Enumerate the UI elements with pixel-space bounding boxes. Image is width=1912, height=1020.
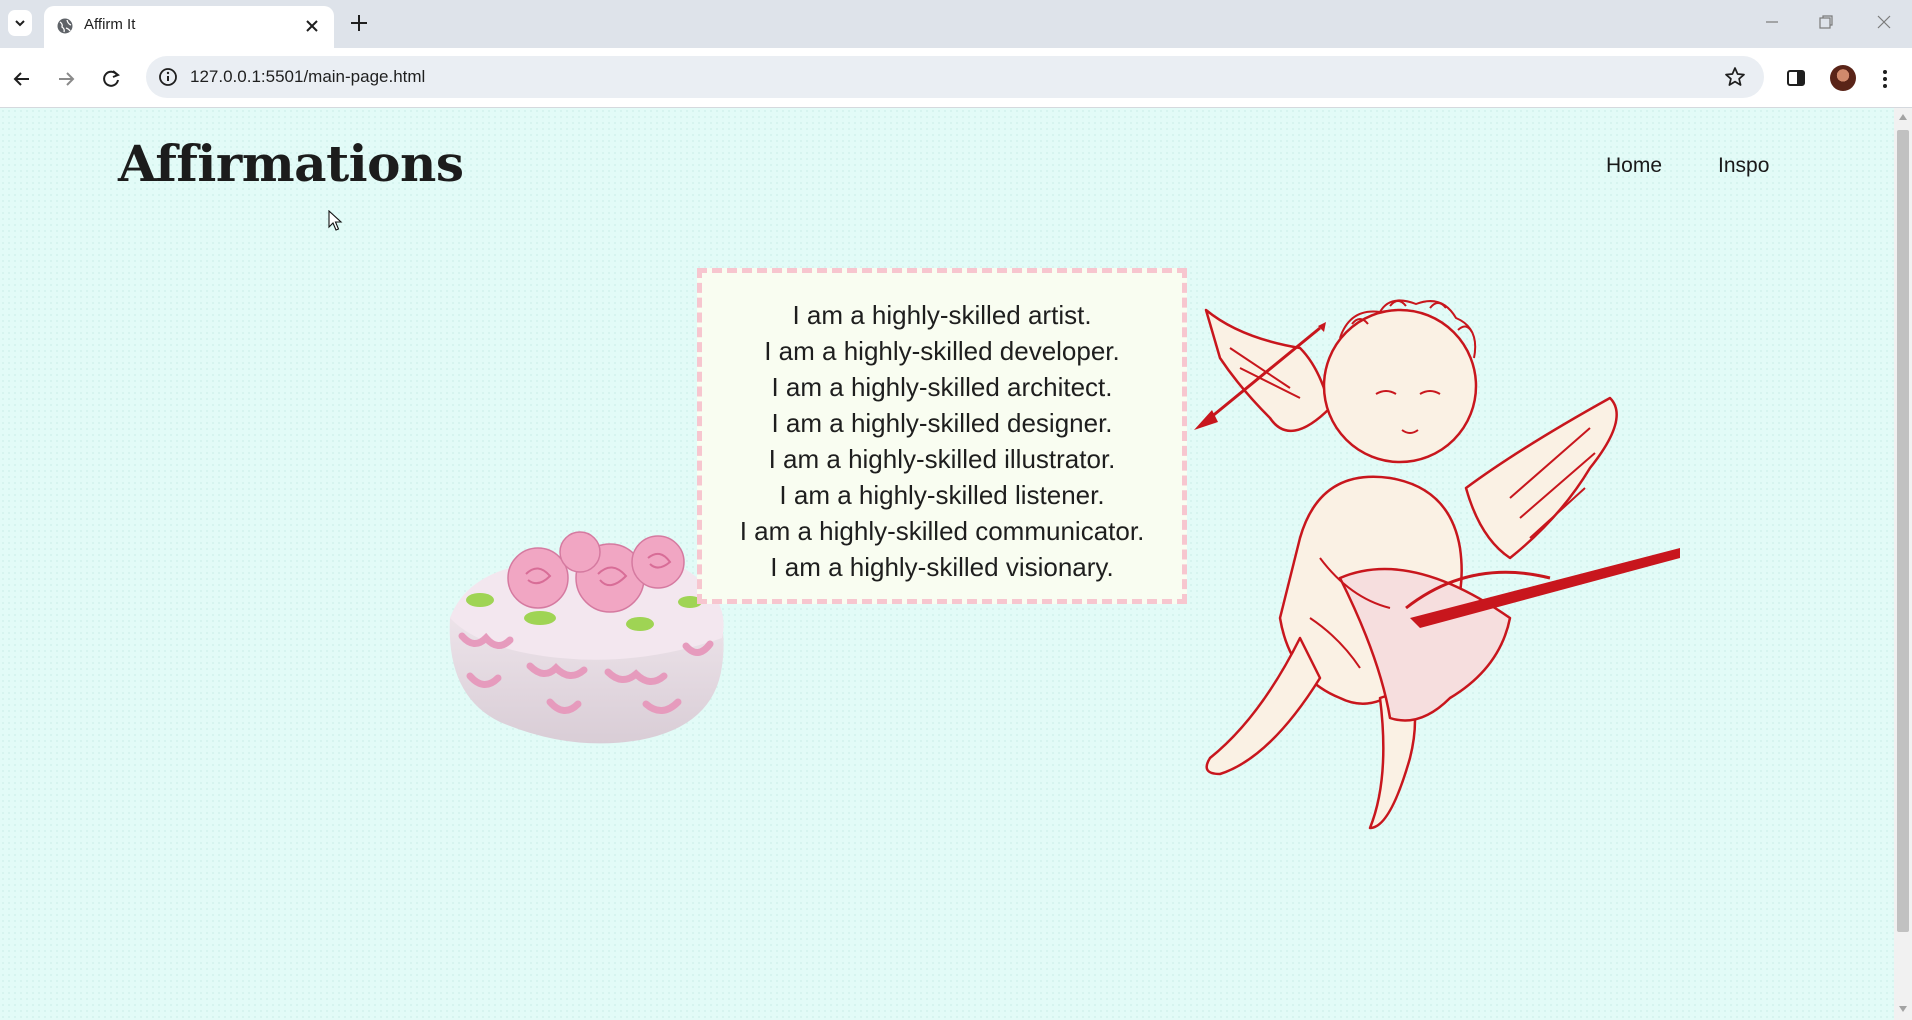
minimize-icon[interactable]: [1762, 12, 1782, 32]
scrollbar-thumb[interactable]: [1897, 130, 1909, 932]
bookmark-star-icon[interactable]: [1724, 66, 1746, 88]
browser-toolbar: 127.0.0.1:5501/main-page.html: [0, 48, 1912, 108]
cake-image: [449, 531, 724, 744]
url-text: 127.0.0.1:5501/main-page.html: [190, 67, 426, 86]
scroll-up-arrow-icon[interactable]: [1899, 114, 1907, 120]
address-bar[interactable]: 127.0.0.1:5501/main-page.html: [146, 56, 1764, 98]
menu-dots-icon[interactable]: [1878, 66, 1892, 92]
mouse-cursor-icon: [328, 210, 343, 231]
chevron-down-icon: [15, 20, 25, 27]
scroll-down-arrow-icon[interactable]: [1899, 1006, 1907, 1012]
close-icon[interactable]: [302, 16, 322, 36]
active-tab[interactable]: Affirm It: [44, 6, 334, 48]
site-title: Affirmations: [118, 134, 464, 193]
restore-icon[interactable]: [1816, 12, 1836, 32]
cupid-illustration: [1194, 299, 1680, 830]
reload-icon[interactable]: [98, 66, 124, 92]
side-panel-icon[interactable]: [1784, 66, 1808, 90]
nav-link-home[interactable]: Home: [1606, 154, 1662, 178]
browser-tab-bar: Affirm It: [0, 0, 1912, 48]
close-window-icon[interactable]: [1874, 12, 1894, 32]
web-page: Affirmations Home Inspo I am a highly-sk…: [0, 108, 1894, 1020]
globe-icon: [57, 18, 73, 34]
nav-link-inspo[interactable]: Inspo: [1718, 154, 1769, 178]
tab-search-button[interactable]: [8, 10, 32, 36]
back-arrow-icon[interactable]: [9, 66, 35, 92]
profile-avatar[interactable]: [1830, 65, 1856, 91]
site-info-icon[interactable]: [158, 67, 178, 87]
page-scrollbar[interactable]: [1894, 108, 1912, 1020]
forward-arrow-icon[interactable]: [53, 66, 79, 92]
tab-title: Affirm It: [84, 16, 136, 33]
plus-icon[interactable]: [348, 12, 370, 34]
